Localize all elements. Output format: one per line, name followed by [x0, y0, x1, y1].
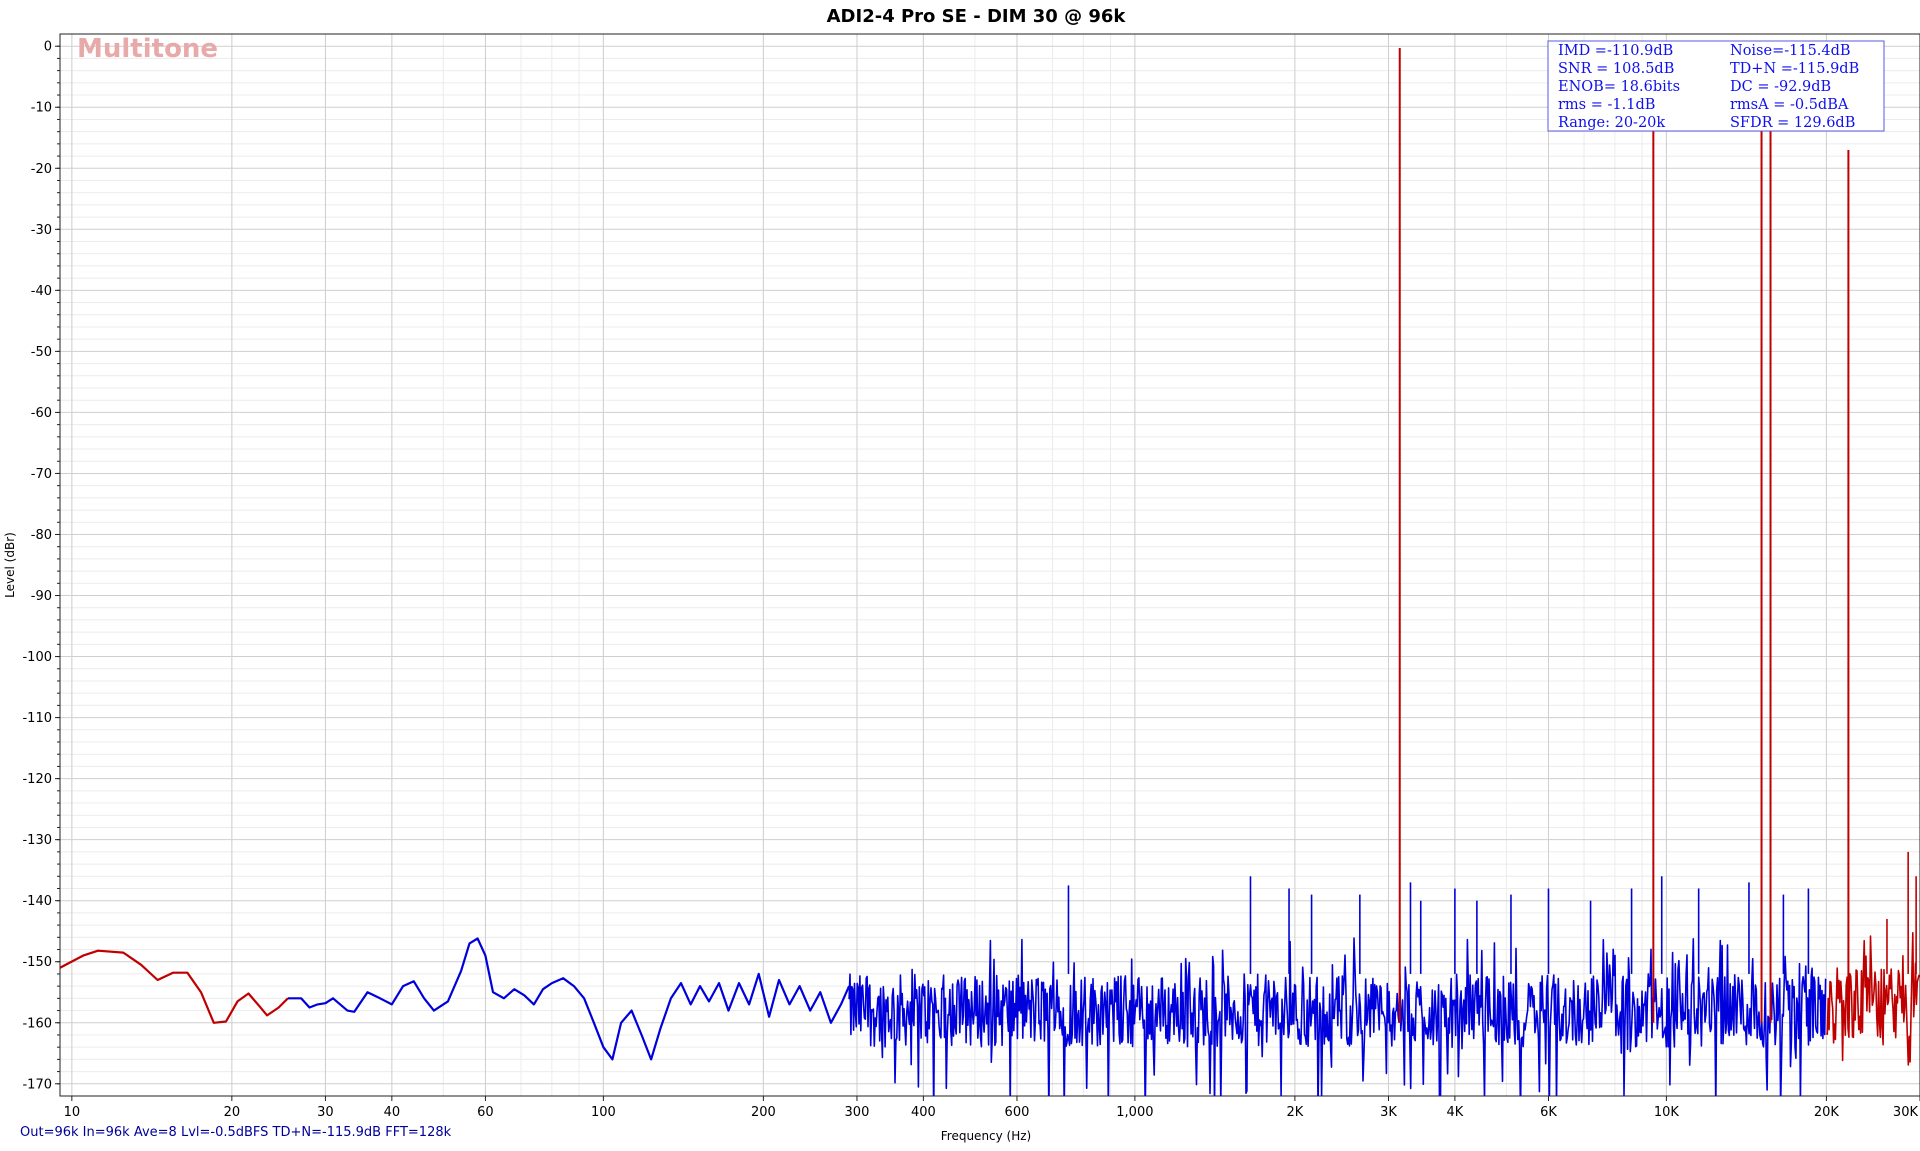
x-axis-title: Frequency (Hz)	[941, 1129, 1032, 1143]
series-line	[287, 937, 851, 1061]
spectrum-chart: ADI2-4 Pro SE - DIM 30 @ 96k 0 -10 -20 -30 -…	[3, 6, 1920, 1143]
y-tick-label: -30	[31, 223, 52, 238]
y-tick-label: -110	[22, 711, 52, 726]
x-tick-label: 600	[1005, 1105, 1030, 1120]
stats-right-value: DC = -92.9dB	[1730, 79, 1831, 95]
stats-right-value: SFDR = 129.6dB	[1730, 115, 1855, 131]
x-tick-label: 100	[591, 1105, 616, 1120]
y-tick-label: -100	[22, 650, 52, 665]
y-tick-label: -40	[31, 284, 52, 299]
y-tick-label: -90	[31, 589, 52, 604]
x-tick-label: 60	[477, 1105, 494, 1120]
stats-right-value: Noise=-115.4dB	[1730, 43, 1851, 59]
stats-left-value: SNR = 108.5dB	[1558, 61, 1674, 77]
x-tick-label: 4K	[1446, 1105, 1463, 1120]
stats-left-value: Range: 20-20k	[1558, 115, 1665, 131]
y-tick-label: -140	[22, 894, 52, 909]
x-tick-label: 400	[911, 1105, 936, 1120]
y-tick-label: -120	[22, 772, 52, 787]
stats-box: IMD =-110.9dB Noise=-115.4dB SNR = 108.5dB…	[1547, 40, 1885, 132]
x-axis: 10 20 30 40 60 100 200 300 400 600 1,000 2K 3K 4K 6K 10…	[64, 1096, 1920, 1120]
x-tick-label: 10	[64, 1105, 81, 1120]
noise-band	[1825, 932, 1920, 1066]
y-tick-label: -160	[22, 1016, 52, 1031]
y-tick-label: -50	[31, 345, 52, 360]
x-tick-label: 30	[317, 1105, 334, 1120]
y-axis: 0 -10 -20 -30 -40 -50 -60 -70 -80 -90 -100 -110 -120…	[22, 40, 60, 1092]
x-tick-label: 10K	[1654, 1105, 1680, 1120]
x-tick-label: 300	[845, 1105, 870, 1120]
x-tick-label: 3K	[1380, 1105, 1397, 1120]
x-tick-label: 2K	[1286, 1105, 1303, 1120]
y-axis-title: Level (dBr)	[3, 532, 17, 598]
stats-left-value: ENOB= 18.6bits	[1558, 79, 1680, 95]
y-tick-label: -80	[31, 528, 52, 543]
x-tick-label: 20K	[1814, 1105, 1840, 1120]
y-tick-label: 0	[44, 40, 52, 55]
x-tick-label: 1,000	[1116, 1105, 1153, 1120]
grid	[60, 34, 1920, 1096]
stats-left-value: IMD =-110.9dB	[1558, 43, 1673, 59]
y-tick-label: -70	[31, 467, 52, 482]
x-tick-label: 20	[224, 1105, 241, 1120]
x-tick-label: 6K	[1540, 1105, 1557, 1120]
y-tick-label: -10	[31, 101, 52, 116]
y-tick-label: -20	[31, 162, 52, 177]
x-tick-label: 30K	[1893, 1105, 1919, 1120]
y-tick-label: -130	[22, 833, 52, 848]
y-tick-label: -60	[31, 406, 52, 421]
x-tick-label: 40	[384, 1105, 401, 1120]
footer-settings: Out=96k In=96k Ave=8 Lvl=-0.5dBFS TD+N=-…	[20, 1125, 452, 1140]
data-area	[60, 48, 1920, 1096]
stats-right-value: TD+N =-115.9dB	[1730, 61, 1859, 77]
noise-band	[848, 937, 1827, 1096]
y-tick-label: -150	[22, 955, 52, 970]
watermark-label: Multitone	[77, 34, 218, 64]
y-tick-label: -170	[22, 1077, 52, 1092]
x-tick-label: 200	[751, 1105, 776, 1120]
stats-right-value: rmsA = -0.5dBA	[1730, 97, 1849, 113]
chart-title: ADI2-4 Pro SE - DIM 30 @ 96k	[827, 6, 1127, 27]
plot-frame	[59, 33, 1920, 1097]
stats-left-value: rms = -1.1dB	[1558, 97, 1655, 113]
